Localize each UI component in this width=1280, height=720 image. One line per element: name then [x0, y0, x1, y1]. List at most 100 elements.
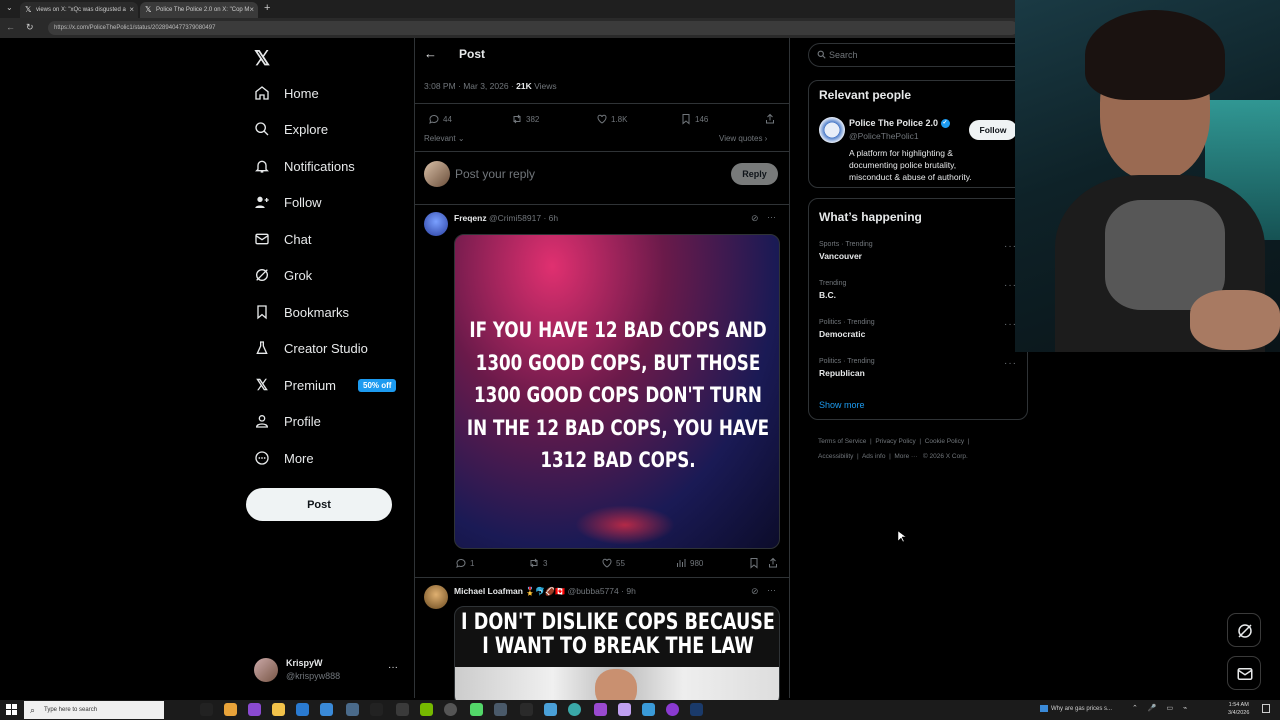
back-arrow-icon[interactable]: ←	[424, 46, 437, 61]
taskbar-app-icon[interactable]	[396, 703, 409, 716]
nav-premium[interactable]: 𝕏 Premium 50% off	[254, 373, 397, 397]
taskbar-app-icon[interactable]	[618, 703, 631, 716]
taskbar-clock[interactable]: 1:54 AM 3/4/2026	[1228, 702, 1249, 717]
taskbar-app-icon[interactable]	[544, 703, 557, 716]
taskbar-app-icon[interactable]	[666, 703, 679, 716]
taskbar-app-icon[interactable]	[520, 703, 533, 716]
reload-icon[interactable]: ↻	[26, 22, 34, 33]
footer-link[interactable]: Accessibility	[818, 453, 853, 460]
footer-link[interactable]: Privacy Policy	[875, 438, 915, 445]
repost-action[interactable]: 382	[511, 113, 539, 125]
new-tab-button[interactable]: +	[264, 2, 270, 14]
footer-link[interactable]: Ads info	[862, 453, 886, 460]
grok-icon[interactable]: ⊘	[751, 586, 759, 597]
reply-post[interactable]: Michael Loafman 🎖️🐬🏈🇨🇦 @bubba5774 · 9h ⊘…	[415, 578, 789, 700]
nav-explore[interactable]: Explore	[254, 117, 328, 141]
reply-button[interactable]: Reply	[731, 163, 778, 185]
taskbar-search[interactable]: ⌕ Type here to search	[24, 701, 164, 719]
windows-start-icon[interactable]	[6, 704, 17, 715]
more-icon[interactable]: ···	[767, 212, 776, 222]
taskbar-app-icon[interactable]	[272, 703, 285, 716]
back-icon[interactable]: ←	[6, 22, 15, 32]
reply-input[interactable]: Post your reply	[455, 167, 715, 181]
taskbar-app-icon[interactable]	[296, 703, 309, 716]
taskbar-app-icon[interactable]	[568, 703, 581, 716]
nav-creator-studio[interactable]: Creator Studio	[254, 336, 368, 360]
close-tab-icon[interactable]: ×	[129, 2, 134, 18]
taskbar-app-icon[interactable]	[346, 703, 359, 716]
messages-floating-button[interactable]	[1227, 656, 1261, 690]
follow-button[interactable]: Follow	[969, 120, 1017, 140]
x-logo-icon[interactable]: 𝕏	[254, 46, 270, 71]
footer-link[interactable]: Terms of Service	[818, 438, 866, 445]
nav-bookmarks[interactable]: Bookmarks	[254, 300, 349, 324]
views-action[interactable]: 980	[675, 557, 703, 569]
like-action[interactable]: 55	[601, 557, 625, 569]
taskbar-app-icon[interactable]	[420, 703, 433, 716]
footer-link[interactable]: More ···	[894, 453, 917, 460]
reply-image[interactable]: I DON'T DISLIKE COPS BECAUSE I WANT TO B…	[454, 606, 780, 700]
meme-line: 1300 GOOD COPS DON'T TURN	[474, 383, 762, 408]
taskbar-app-icon[interactable]	[248, 703, 261, 716]
reply-post[interactable]: Freqenz @Crimi58917 · 6h ⊘ ··· IF YOU HA…	[415, 205, 789, 577]
taskbar-app-icon[interactable]	[200, 703, 213, 716]
account-more-icon[interactable]: ···	[388, 662, 398, 673]
post-button[interactable]: Post	[246, 488, 392, 521]
tab-title: views on X: "xQc was disgusted a	[36, 7, 126, 13]
nav-grok[interactable]: Grok	[254, 263, 312, 287]
browser-tab[interactable]: 𝕏 views on X: "xQc was disgusted a ×	[20, 2, 138, 18]
reply-action[interactable]: 1	[455, 557, 474, 569]
footer-link[interactable]: Cookie Policy	[925, 438, 964, 445]
close-tab-icon[interactable]: ×	[249, 2, 254, 18]
grok-icon[interactable]: ⊘	[751, 213, 759, 224]
nav-chat[interactable]: Chat	[254, 227, 311, 251]
view-quotes-link[interactable]: View quotes ›	[719, 134, 767, 143]
taskbar-app-icon[interactable]	[224, 703, 237, 716]
view-quotes-label: View quotes	[719, 134, 763, 143]
reply-action[interactable]: 44	[428, 113, 452, 125]
more-icon[interactable]: ···	[767, 585, 776, 595]
account-switcher[interactable]: KrispyW @krispyw888 ···	[254, 656, 404, 684]
trend-more-icon[interactable]: ···	[1004, 358, 1017, 369]
search-icon: ⌕	[30, 705, 36, 715]
taskbar-app-icon[interactable]	[444, 703, 457, 716]
bookmark-action[interactable]: 146	[680, 113, 708, 125]
meme-text: IF YOU HAVE 12 BAD COPS AND 1300 GOOD CO…	[467, 315, 769, 478]
trend-item[interactable]: Politics · Trending Democratic	[819, 319, 1019, 339]
trend-item[interactable]: Politics · Trending Republican	[819, 358, 1019, 378]
webcam-hand	[1190, 290, 1280, 350]
taskbar-notification[interactable]: Why are gas prices s...	[1040, 705, 1112, 712]
taskbar-app-icon[interactable]	[370, 703, 383, 716]
share-action[interactable]	[767, 557, 782, 569]
show-more-link[interactable]: Show more	[819, 400, 865, 410]
search-input[interactable]: Search	[808, 43, 1028, 67]
nav-home[interactable]: Home	[254, 81, 319, 105]
sort-dropdown[interactable]: Relevant ⌄	[424, 134, 465, 143]
reply-image[interactable]: IF YOU HAVE 12 BAD COPS AND 1300 GOOD CO…	[454, 234, 780, 549]
taskbar-app-icon[interactable]	[494, 703, 507, 716]
taskbar-app-icon[interactable]	[470, 703, 483, 716]
taskbar-app-icon[interactable]	[690, 703, 703, 716]
tab-menu-icon[interactable]: ⌄	[6, 3, 13, 12]
notifications-icon[interactable]	[1262, 704, 1270, 713]
avatar	[254, 658, 278, 682]
nav-profile[interactable]: Profile	[254, 409, 321, 433]
url-field[interactable]: https://x.com/PoliceThePolic1/status/202…	[48, 21, 1018, 35]
bookmark-action[interactable]	[748, 557, 763, 569]
nav-more[interactable]: More	[254, 446, 314, 470]
reply-divider	[415, 151, 789, 152]
trend-item[interactable]: Sports · Trending Vancouver	[819, 241, 1019, 261]
trend-item[interactable]: Trending B.C.	[819, 280, 1019, 300]
like-action[interactable]: 1.8K	[596, 113, 627, 125]
repost-action[interactable]: 3	[528, 557, 547, 569]
nav-notifications[interactable]: Notifications	[254, 154, 355, 178]
share-action[interactable]	[764, 113, 779, 125]
taskbar-app-icon[interactable]	[320, 703, 333, 716]
photo-face	[595, 669, 637, 700]
account-name: KrispyW	[286, 658, 323, 668]
taskbar-app-icon[interactable]	[642, 703, 655, 716]
grok-floating-button[interactable]	[1227, 613, 1261, 647]
browser-tab-active[interactable]: 𝕏 Police The Police 2.0 on X: "Cop M ×	[140, 2, 258, 18]
nav-follow[interactable]: Follow	[254, 190, 322, 214]
taskbar-app-icon[interactable]	[594, 703, 607, 716]
